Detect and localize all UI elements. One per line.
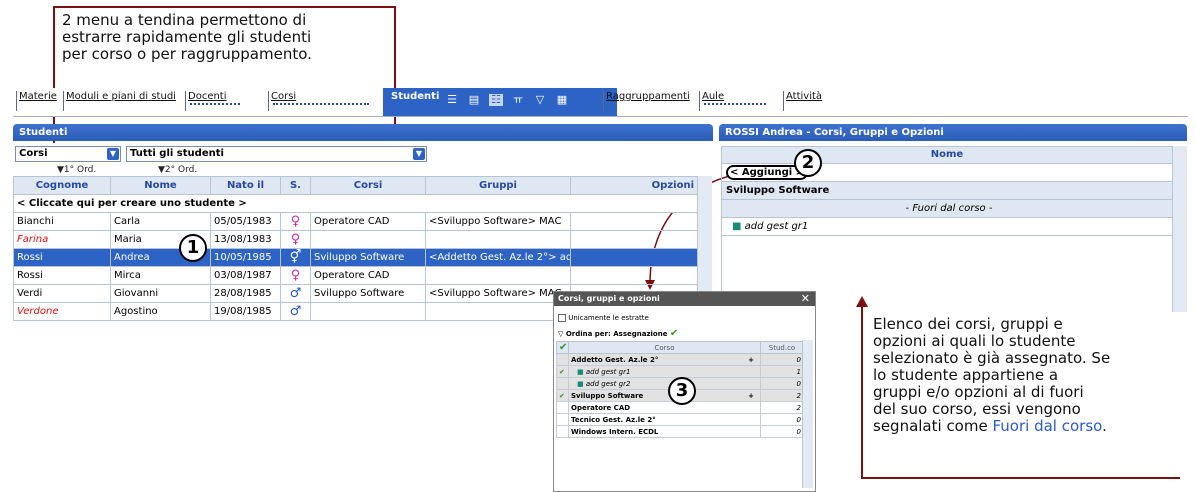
col-header-nome[interactable]: Nome xyxy=(110,176,211,195)
groups-view-icon[interactable]: ☷ xyxy=(489,94,503,106)
female-icon: ♀ xyxy=(290,267,301,283)
dialog-row[interactable]: ✔ ■ add gest gr1 1 xyxy=(556,365,804,378)
col-header-sesso[interactable]: S. xyxy=(280,176,311,195)
dialog-row[interactable]: Tecnico Gest. Az.le 2° 0 xyxy=(556,413,804,426)
sort2-label[interactable]: ▼2° Ord. xyxy=(158,165,197,175)
dialog-title: Corsi, gruppi e opzioni xyxy=(558,294,660,303)
col-header-opzioni[interactable]: Opzioni xyxy=(570,176,698,195)
female-icon: ♀ xyxy=(290,231,301,247)
col-header-corso[interactable]: Corso xyxy=(568,341,761,354)
dropdown-corsi[interactable]: Corsi ▼ xyxy=(15,146,121,162)
main-tab-bar: Materie Moduli e piani di studi Docenti … xyxy=(13,88,1188,117)
tab-moduli[interactable]: Moduli e piani di studi xyxy=(63,91,176,111)
col-header-nato[interactable]: Nato il xyxy=(210,176,281,195)
course-row[interactable]: Sviluppo Software xyxy=(722,182,1172,200)
dropdown-studenti[interactable]: Tutti gli studenti ▼ xyxy=(126,146,427,162)
col-header-gruppi[interactable]: Gruppi xyxy=(425,176,571,195)
students-panel-title: Studenti xyxy=(13,124,713,141)
female-icon: ♀ xyxy=(290,213,301,229)
col-header-nome-right[interactable]: Nome xyxy=(721,146,1173,164)
check-icon: ✔ xyxy=(559,342,568,353)
marker-1: 1 xyxy=(179,234,207,262)
triangle-icon: ▽ xyxy=(558,330,564,338)
table-row-selected[interactable]: Rossi Andrea 10/05/1985 ⚥ Sviluppo Softwar… xyxy=(13,248,698,267)
dialog-row[interactable]: Windows Intern. ECDL 0 xyxy=(556,425,804,438)
col-header-stud[interactable]: Stud.co xyxy=(760,341,804,354)
tab-corsi[interactable]: Corsi xyxy=(268,91,379,111)
fuori-dal-corso-row: - Fuori dal corso - xyxy=(722,200,1172,218)
col-header-corsi[interactable]: Corsi xyxy=(310,176,426,195)
form-view-icon[interactable]: ▤ xyxy=(467,94,481,106)
check-column-header[interactable]: ✔ xyxy=(556,341,569,354)
list-view-icon[interactable]: ☰ xyxy=(445,94,459,106)
courses-scrollbar[interactable] xyxy=(1172,146,1187,312)
students-panel: Studenti Corsi ▼ Tutti gli studenti ▼ ▼1° … xyxy=(13,124,713,321)
table-row[interactable]: Farina Maria 13/08/1983 ♀ xyxy=(13,230,698,249)
tab-aule[interactable]: Aule xyxy=(699,91,780,111)
col-header-cognome[interactable]: Cognome xyxy=(13,176,111,195)
male-icon: ♂ xyxy=(289,285,302,301)
tab-studenti[interactable]: Studenti ☰ ▤ ☷ ㅠ ▽ ▦ xyxy=(383,88,617,116)
tab-docenti[interactable]: Docenti xyxy=(185,91,266,111)
bullet-icon: ■ xyxy=(577,379,584,388)
chevron-down-icon: ▼ xyxy=(107,148,119,160)
callout-right: Elenco dei corsi, gruppi e opzioni ai qu… xyxy=(873,315,1111,435)
table-row[interactable]: Bianchi Carla 05/05/1983 ♀ Operatore CAD <S… xyxy=(13,212,698,231)
close-icon[interactable]: ✕ xyxy=(801,292,810,306)
courses-panel: ROSSI Andrea - Corsi, Gruppi e Opzioni N… xyxy=(719,124,1187,312)
bullet-icon: ■ xyxy=(577,367,584,376)
dialog-row[interactable]: Addetto Gest. Az.le 2° +0 xyxy=(556,353,804,366)
bullet-icon: ■ xyxy=(732,221,742,232)
filter-icon[interactable]: ▽ xyxy=(533,94,547,106)
marker-3: 3 xyxy=(668,377,696,405)
tab-raggruppamenti[interactable]: Raggruppamenti xyxy=(603,91,690,111)
dialog-scrollbar[interactable] xyxy=(802,340,813,488)
timetable-view-icon[interactable]: ㅠ xyxy=(511,94,525,106)
check-icon: ✔ xyxy=(669,328,679,339)
courses-panel-title: ROSSI Andrea - Corsi, Gruppi e Opzioni xyxy=(719,124,1187,141)
table-row[interactable]: Rossi Mirca 03/08/1987 ♀ Operatore CAD xyxy=(13,266,698,285)
fuori-dal-corso-link: Fuori dal corso xyxy=(992,417,1103,435)
checkbox-icon xyxy=(558,314,566,322)
grid-view-icon[interactable]: ▦ xyxy=(555,94,569,106)
sort-option[interactable]: ▽ Ordina per: Assegnazione ✔ xyxy=(558,328,815,339)
active-tab-pointer-icon xyxy=(494,110,506,116)
create-student-row[interactable]: < Cliccate qui per creare uno studente > xyxy=(13,194,698,213)
tab-attivita[interactable]: Attività xyxy=(783,91,822,111)
group-row[interactable]: ■ add gest gr1 xyxy=(722,218,1172,236)
only-extracted-checkbox[interactable]: Unicamente le estratte xyxy=(558,314,815,322)
tab-materie[interactable]: Materie xyxy=(16,91,57,111)
multi-sex-icon: ⚥ xyxy=(289,250,302,265)
sort1-label[interactable]: ▼1° Ord. xyxy=(57,165,96,175)
marker-2: 2 xyxy=(794,149,822,177)
male-icon: ♂ xyxy=(289,303,302,319)
chevron-down-icon: ▼ xyxy=(413,148,425,160)
